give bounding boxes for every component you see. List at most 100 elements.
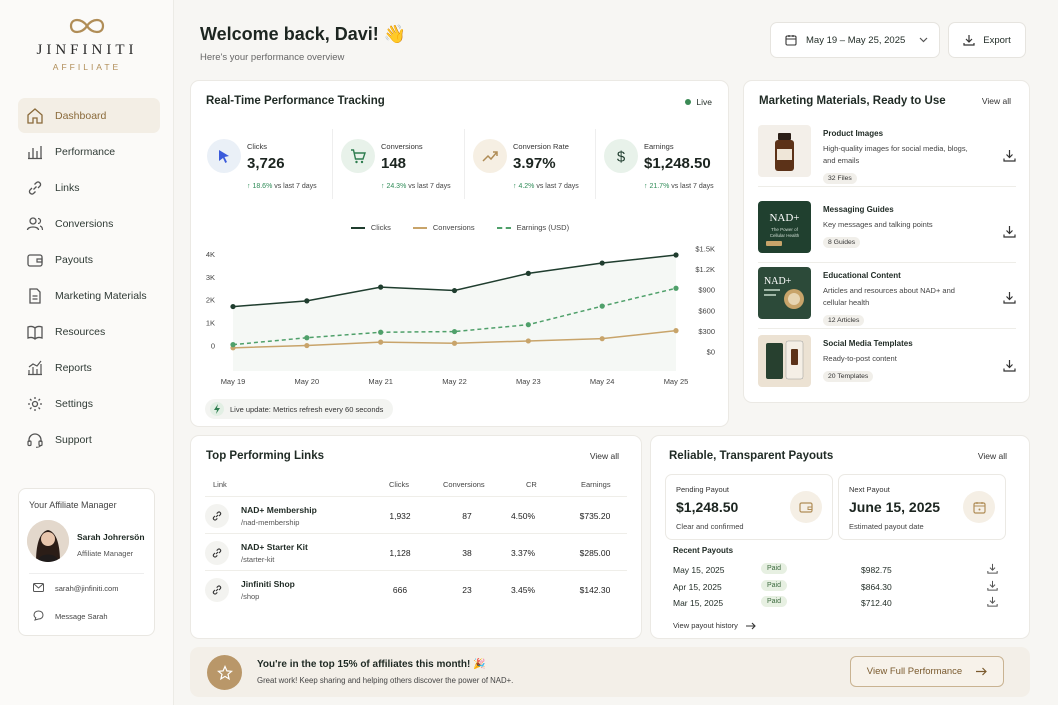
- link-name[interactable]: NAD+ Starter Kit: [241, 542, 308, 552]
- material-item-messaging-guides[interactable]: NAD+ The Power of Cellular Health Messagin…: [758, 197, 1016, 263]
- sidebar-item-conversions[interactable]: Conversions: [18, 206, 160, 241]
- material-description: High-quality images for social media, bl…: [823, 144, 968, 165]
- sidebar-item-payouts[interactable]: Payouts: [18, 242, 160, 277]
- export-button[interactable]: Export: [948, 22, 1026, 58]
- download-icon[interactable]: [1003, 359, 1016, 377]
- download-icon[interactable]: [1003, 225, 1016, 243]
- calendar-icon: [963, 491, 995, 523]
- payouts-view-all-link[interactable]: View all: [978, 451, 1007, 461]
- svg-text:NAD+: NAD+: [764, 276, 792, 287]
- live-update-pill: Live update: Metrics refresh every 60 se…: [205, 399, 394, 419]
- y-right-tick: $300: [698, 327, 715, 336]
- kpi-value: 3.97%: [513, 155, 556, 172]
- mail-icon: [33, 583, 44, 594]
- y-right-tick: $600: [698, 306, 715, 315]
- material-thumbnail: NAD+: [758, 267, 811, 319]
- brand-sub: AFFILIATE: [52, 62, 122, 72]
- kpi-value: 148: [381, 155, 407, 172]
- material-item-social-media-templates[interactable]: Social Media Templates Ready-to-post con…: [758, 331, 1016, 393]
- download-icon[interactable]: [987, 596, 998, 609]
- download-icon[interactable]: [987, 563, 998, 576]
- table-row[interactable]: NAD+ Membership /nad-membership 1,932 87…: [205, 496, 627, 533]
- top-links-card: Top Performing Links View all Link Click…: [190, 435, 642, 639]
- manager-email-link[interactable]: sarah@jinfiniti.com: [33, 583, 118, 594]
- cell-cr: 3.45%: [510, 585, 536, 595]
- star-icon: [207, 655, 242, 690]
- date-range-label: May 19 – May 25, 2025: [806, 34, 906, 46]
- sidebar-item-settings[interactable]: Settings: [18, 386, 160, 421]
- achievement-banner: You're in the top 15% of affiliates this…: [190, 647, 1030, 697]
- sidebar-item-links[interactable]: Links: [18, 170, 160, 205]
- live-update-text: Live update: Metrics refresh every 60 se…: [230, 404, 384, 414]
- sidebar-item-dashboard[interactable]: Dashboard: [18, 98, 160, 133]
- book-icon: [26, 323, 44, 341]
- avatar: [27, 520, 69, 562]
- download-icon[interactable]: [987, 580, 998, 593]
- payouts-card: Reliable, Transparent Payouts View all P…: [650, 435, 1030, 639]
- y-left-tick: 4K: [206, 250, 215, 259]
- payout-row: Apr 15, 2025 Paid $864.30: [673, 579, 998, 596]
- cell-earnings: $142.30: [579, 585, 611, 595]
- payout-history-link[interactable]: View payout history: [673, 621, 756, 630]
- link-path: /nad-membership: [241, 518, 300, 527]
- sidebar-item-reports[interactable]: Reports: [18, 350, 160, 385]
- link-name[interactable]: Jinfiniti Shop: [241, 579, 295, 589]
- status-badge: Paid: [761, 596, 788, 607]
- sidebar-item-label: Performance: [55, 145, 116, 158]
- data-point-conversions: [525, 338, 531, 344]
- y-right-tick: $900: [698, 286, 715, 295]
- view-full-performance-label: View Full Performance: [866, 666, 963, 677]
- kpi-label: Conversions: [381, 142, 423, 151]
- divider: [758, 186, 1016, 187]
- x-tick: May 25: [664, 377, 689, 386]
- table-row[interactable]: Jinfiniti Shop /shop 666 23 3.45% $142.3…: [205, 570, 627, 607]
- download-icon[interactable]: [1003, 291, 1016, 309]
- sidebar-item-label: Support: [55, 433, 92, 446]
- next-value: June 15, 2025: [849, 499, 941, 515]
- download-icon[interactable]: [1003, 149, 1016, 167]
- materials-view-all-link[interactable]: View all: [982, 96, 1011, 106]
- links-view-all-link[interactable]: View all: [590, 451, 619, 461]
- sidebar: JINFINITI AFFILIATE Dashboard Performance…: [0, 0, 174, 705]
- manager-name: Sarah Johrersön: [77, 532, 145, 542]
- col-header-cr: CR: [526, 480, 537, 489]
- sidebar-item-label: Payouts: [55, 253, 93, 266]
- svg-text:$: $: [617, 149, 626, 165]
- sidebar-item-performance[interactable]: Performance: [18, 134, 160, 169]
- kpi-conversions: Conversions 148 ↑ 24.3% vs last 7 days: [341, 129, 473, 207]
- kpi-value: $1,248.50: [644, 155, 711, 172]
- cell-conversions: 87: [462, 511, 472, 521]
- x-tick: May 20: [295, 377, 320, 386]
- material-description: Ready-to-post content: [823, 354, 897, 363]
- material-item-product-images[interactable]: Product Images High-quality images for s…: [758, 121, 1016, 187]
- divider: [758, 328, 1016, 329]
- material-item-educational-content[interactable]: NAD+ Educational Content Articles and re…: [758, 263, 1016, 329]
- table-row[interactable]: NAD+ Starter Kit /starter-kit 1,128 38 3…: [205, 533, 627, 570]
- payout-date: Mar 15, 2025: [673, 598, 724, 608]
- sidebar-item-marketing-materials[interactable]: Marketing Materials: [18, 278, 160, 313]
- link-name[interactable]: NAD+ Membership: [241, 505, 317, 515]
- svg-text:NAD+: NAD+: [769, 212, 799, 224]
- wallet-icon: [26, 251, 44, 269]
- col-header-clicks: Clicks: [389, 480, 409, 489]
- pending-value: $1,248.50: [676, 499, 739, 515]
- cell-earnings: $285.00: [579, 548, 611, 558]
- cell-conversions: 23: [462, 585, 472, 595]
- svg-text:The Power of: The Power of: [771, 227, 799, 232]
- kpi-label: Clicks: [247, 142, 267, 151]
- payout-amount: $712.40: [861, 598, 892, 608]
- view-full-performance-button[interactable]: View Full Performance: [850, 656, 1004, 687]
- material-description: Key messages and talking points: [823, 220, 933, 229]
- cell-earnings: $735.20: [579, 511, 611, 521]
- document-icon: [26, 287, 44, 305]
- kpi-value: 3,726: [247, 155, 285, 172]
- message-manager-button[interactable]: Message Sarah: [33, 610, 108, 623]
- date-range-picker[interactable]: May 19 – May 25, 2025: [770, 22, 940, 58]
- sidebar-item-resources[interactable]: Resources: [18, 314, 160, 349]
- arrow-right-icon: [976, 667, 988, 676]
- sidebar-item-support[interactable]: Support: [18, 422, 160, 457]
- data-point-conversions: [451, 340, 458, 346]
- manager-email: sarah@jinfiniti.com: [55, 584, 119, 593]
- marketing-materials-card: Marketing Materials, Ready to Use View a…: [743, 80, 1030, 403]
- arrow-right-icon: [745, 622, 756, 630]
